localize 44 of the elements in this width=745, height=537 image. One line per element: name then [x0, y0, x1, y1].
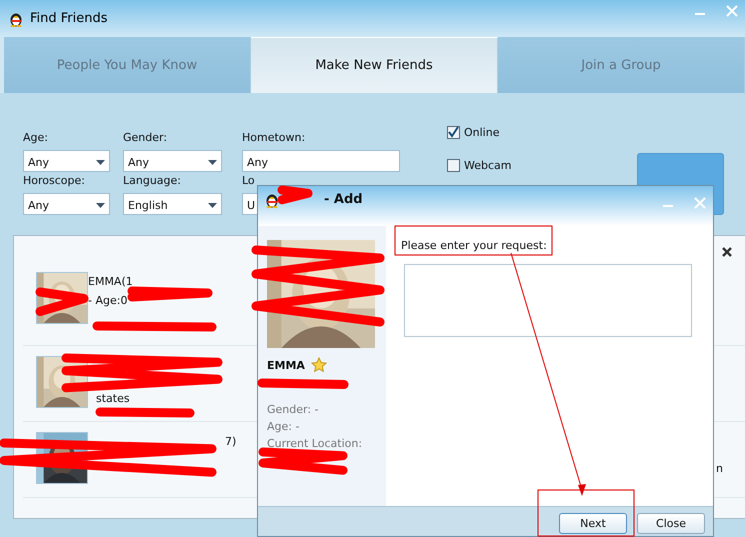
checkmark-icon	[448, 127, 459, 138]
result-text: states	[96, 392, 130, 405]
field-label: Language:	[123, 174, 182, 187]
contact-name: EMMA	[267, 358, 305, 372]
tab[interactable]: Make New Friends	[251, 37, 498, 93]
request-field[interactable]	[404, 264, 692, 337]
field-label: Gender:	[123, 131, 168, 144]
dialog-button[interactable]: Close	[637, 513, 705, 534]
caret-icon	[96, 202, 105, 208]
dialog-button[interactable]: Next	[559, 513, 627, 534]
field-label: Lo	[242, 174, 256, 187]
checkbox[interactable]: Webcam	[447, 159, 512, 172]
minimize-icon	[695, 13, 705, 15]
result-text: 7)	[225, 435, 236, 448]
result-text: - Age:0	[88, 294, 128, 307]
dropdown[interactable]: English	[123, 193, 222, 215]
caret-icon	[208, 202, 217, 208]
dropdown[interactable]: Any	[123, 150, 222, 172]
caret-icon	[96, 160, 105, 164]
dropdown[interactable]: Any	[23, 150, 110, 172]
penguin-icon	[8, 10, 24, 26]
minimize-icon	[663, 205, 673, 207]
penguin-icon	[264, 192, 280, 208]
redaction-scribble	[278, 186, 312, 204]
star-icon	[310, 357, 327, 373]
prompt-label: Please enter your request:	[401, 238, 547, 252]
dialog-title: - Add	[324, 192, 363, 207]
checkbox[interactable]: Online	[447, 126, 512, 139]
redaction-scribble	[36, 288, 88, 316]
input-field[interactable]: Any	[242, 150, 400, 172]
close-icon	[694, 197, 706, 209]
field-label: Hometown:	[242, 131, 306, 144]
detail-text: Age: -	[267, 420, 300, 433]
caret-icon	[208, 160, 217, 164]
result-text: n	[716, 462, 723, 475]
result-text: EMMA(1	[88, 275, 133, 288]
window-title: Find Friends	[30, 11, 109, 26]
close-icon	[726, 5, 738, 17]
field-label: Age:	[23, 131, 49, 144]
detail-text: Current Location:	[267, 437, 364, 450]
close-icon[interactable]	[721, 246, 733, 258]
dropdown[interactable]: Any	[23, 193, 110, 215]
field-label: Horoscope:	[23, 174, 86, 187]
detail-text: Gender: -	[267, 403, 320, 416]
